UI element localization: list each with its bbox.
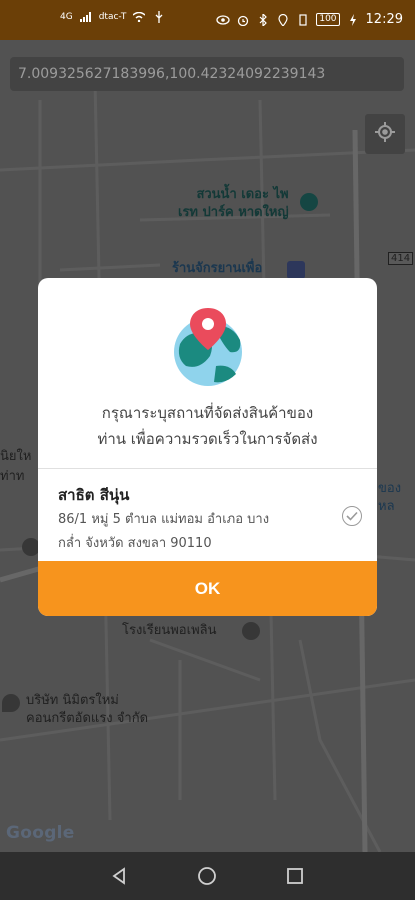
vibrate-icon [296,13,310,27]
status-left: 4G dtac-T [60,10,166,24]
dialog-message: กรุณาระบุสถานที่จัดส่งสินค้าของ ท่าน เพื… [97,404,318,448]
location-icon [276,13,290,27]
usb-icon [152,10,166,24]
recents-icon[interactable] [285,866,305,886]
delivery-location-dialog: กรุณาระบุสถานที่จัดส่งสินค้าของ ท่าน เพื… [38,278,377,616]
status-right: 100 12:29 [216,12,403,27]
status-bar: 4G dtac-T 100 12:29 [0,0,415,40]
charging-icon [346,13,360,27]
eye-icon [216,13,230,27]
ok-button[interactable]: OK [38,561,377,616]
wifi-icon [132,10,146,24]
address-recipient[interactable]: สาธิต สีนุ่น [58,483,129,507]
check-circle-icon[interactable] [342,506,362,526]
address-detail[interactable]: 86/1 หมู่ 5 ตำบล แม่ทอม อำเภอ บาง กล่ำ จ… [58,508,328,556]
system-nav-bar [0,852,415,900]
signal-icon [79,10,93,24]
divider [38,468,377,469]
carrier-label: dtac-T [98,12,127,22]
battery-level: 100 [316,13,340,26]
bluetooth-icon [256,13,270,27]
back-icon[interactable] [109,866,129,886]
globe-pin-icon [170,304,246,388]
clock: 12:29 [365,12,403,27]
network-label: 4G [60,12,73,22]
alarm-icon [236,13,250,27]
home-icon[interactable] [197,866,217,886]
